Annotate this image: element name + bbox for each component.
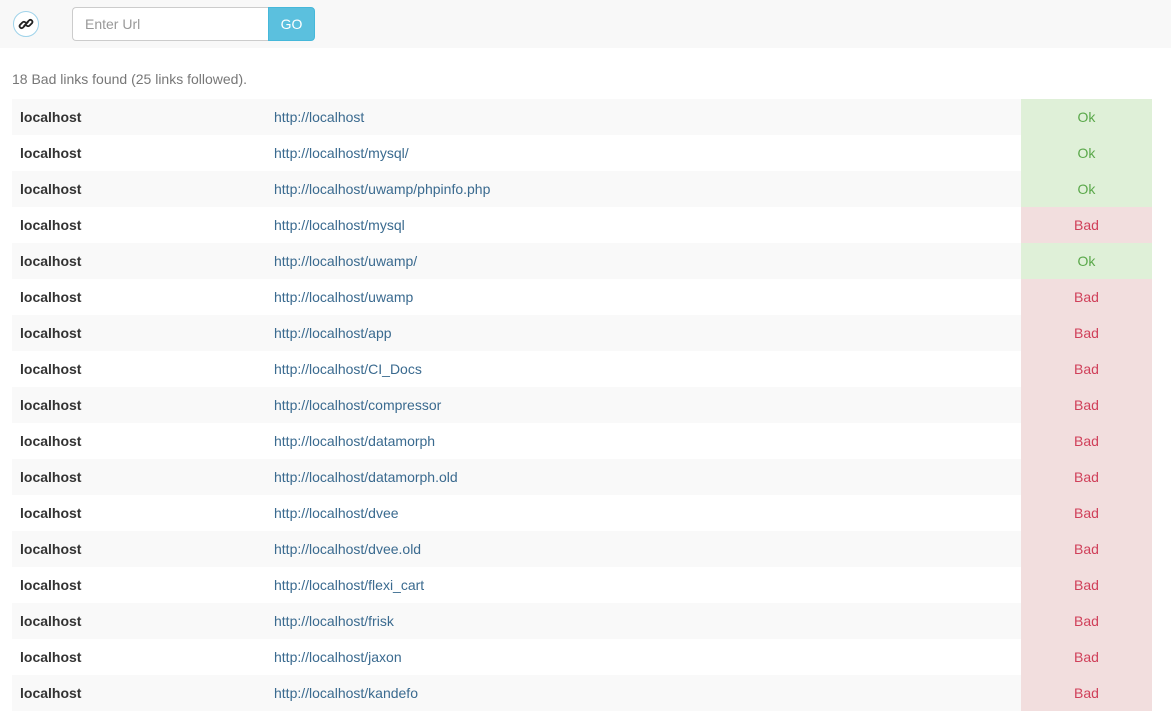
url-cell: http://localhost/uwamp/: [266, 243, 1021, 279]
url-cell: http://localhost/mysql: [266, 207, 1021, 243]
host-cell: localhost: [12, 315, 266, 351]
host-cell: localhost: [12, 495, 266, 531]
table-row: localhost http://localhost/uwamp/Ok: [12, 243, 1152, 279]
links-table: localhost http://localhost Ok localhost http…: [12, 99, 1152, 711]
table-row: localhost http://localhost/datamorph.old B…: [12, 459, 1152, 495]
table-row: localhost http://localhost/datamorph Bad: [12, 423, 1152, 459]
url-link[interactable]: http://localhost/flexi_cart: [274, 577, 424, 593]
host-cell: localhost: [12, 603, 266, 639]
status-cell: Bad: [1021, 387, 1152, 423]
status-cell: Bad: [1021, 351, 1152, 387]
host-cell: localhost: [12, 567, 266, 603]
table-row: localhost http://localhost/jaxon Bad: [12, 639, 1152, 675]
url-link[interactable]: http://localhost/CI_Docs: [274, 361, 422, 377]
go-button[interactable]: GO: [268, 7, 315, 41]
host-cell: localhost: [12, 423, 266, 459]
url-link[interactable]: http://localhost/kandefo: [274, 685, 418, 701]
url-link[interactable]: http://localhost/dvee: [274, 505, 399, 521]
url-cell: http://localhost/frisk: [266, 603, 1021, 639]
host-cell: localhost: [12, 459, 266, 495]
url-cell: http://localhost/datamorph: [266, 423, 1021, 459]
host-cell: localhost: [12, 387, 266, 423]
table-row: localhost http://localhost/dvee.old Bad: [12, 531, 1152, 567]
url-cell: http://localhost/kandefo: [266, 675, 1021, 711]
results-summary: 18 Bad links found (25 links followed).: [12, 71, 248, 87]
status-cell: Ok: [1021, 243, 1152, 279]
url-cell: http://localhost/mysql/: [266, 135, 1021, 171]
url-link[interactable]: http://localhost/uwamp/: [274, 253, 417, 269]
url-link[interactable]: http://localhost/uwamp: [274, 289, 413, 305]
status-cell: Bad: [1021, 567, 1152, 603]
url-cell: http://localhost/jaxon: [266, 639, 1021, 675]
url-cell: http://localhost/compressor: [266, 387, 1021, 423]
status-cell: Ok: [1021, 99, 1152, 135]
status-cell: Bad: [1021, 675, 1152, 711]
host-cell: localhost: [12, 279, 266, 315]
table-row: localhost http://localhost/uwamp Bad: [12, 279, 1152, 315]
url-cell: http://localhost/uwamp/phpinfo.php: [266, 171, 1021, 207]
status-cell: Bad: [1021, 207, 1152, 243]
table-row: localhost http://localhost/CI_Docs Bad: [12, 351, 1152, 387]
status-cell: Bad: [1021, 279, 1152, 315]
url-cell: http://localhost/flexi_cart: [266, 567, 1021, 603]
host-cell: localhost: [12, 639, 266, 675]
host-cell: localhost: [12, 171, 266, 207]
table-row: localhost http://localhost/kandefo Bad: [12, 675, 1152, 711]
host-cell: localhost: [12, 531, 266, 567]
host-cell: localhost: [12, 675, 266, 711]
table-row: localhost http://localhost/mysql/Ok: [12, 135, 1152, 171]
host-cell: localhost: [12, 351, 266, 387]
table-row: localhost http://localhost/frisk Bad: [12, 603, 1152, 639]
link-icon[interactable]: [13, 11, 39, 37]
url-link[interactable]: http://localhost/datamorph.old: [274, 469, 458, 485]
host-cell: localhost: [12, 135, 266, 171]
status-cell: Bad: [1021, 315, 1152, 351]
url-cell: http://localhost/uwamp: [266, 279, 1021, 315]
host-cell: localhost: [12, 243, 266, 279]
table-row: localhost http://localhost Ok: [12, 99, 1152, 135]
table-row: localhost http://localhost/app Bad: [12, 315, 1152, 351]
url-link[interactable]: http://localhost/datamorph: [274, 433, 435, 449]
status-cell: Ok: [1021, 135, 1152, 171]
url-link[interactable]: http://localhost/app: [274, 325, 392, 341]
url-link[interactable]: http://localhost/uwamp/phpinfo.php: [274, 181, 490, 197]
url-cell: http://localhost/datamorph.old: [266, 459, 1021, 495]
url-cell: http://localhost/CI_Docs: [266, 351, 1021, 387]
url-cell: http://localhost/dvee: [266, 495, 1021, 531]
url-link[interactable]: http://localhost/jaxon: [274, 649, 402, 665]
url-link[interactable]: http://localhost/mysql/: [274, 145, 409, 161]
url-cell: http://localhost: [266, 99, 1021, 135]
url-link[interactable]: http://localhost: [274, 109, 364, 125]
status-cell: Bad: [1021, 603, 1152, 639]
url-cell: http://localhost/app: [266, 315, 1021, 351]
status-cell: Ok: [1021, 171, 1152, 207]
table-row: localhost http://localhost/mysql Bad: [12, 207, 1152, 243]
url-link[interactable]: http://localhost/dvee.old: [274, 541, 421, 557]
table-row: localhost http://localhost/flexi_cart Bad: [12, 567, 1152, 603]
url-input[interactable]: [72, 7, 268, 41]
table-row: localhost http://localhost/uwamp/phpinfo.…: [12, 171, 1152, 207]
url-cell: http://localhost/dvee.old: [266, 531, 1021, 567]
status-cell: Bad: [1021, 495, 1152, 531]
url-link[interactable]: http://localhost/compressor: [274, 397, 441, 413]
table-row: localhost http://localhost/compressor Bad: [12, 387, 1152, 423]
status-cell: Bad: [1021, 423, 1152, 459]
status-cell: Bad: [1021, 531, 1152, 567]
host-cell: localhost: [12, 207, 266, 243]
url-link[interactable]: http://localhost/frisk: [274, 613, 394, 629]
table-row: localhost http://localhost/dvee Bad: [12, 495, 1152, 531]
status-cell: Bad: [1021, 459, 1152, 495]
url-link[interactable]: http://localhost/mysql: [274, 217, 405, 233]
top-navbar: GO: [0, 0, 1171, 48]
status-cell: Bad: [1021, 639, 1152, 675]
host-cell: localhost: [12, 99, 266, 135]
